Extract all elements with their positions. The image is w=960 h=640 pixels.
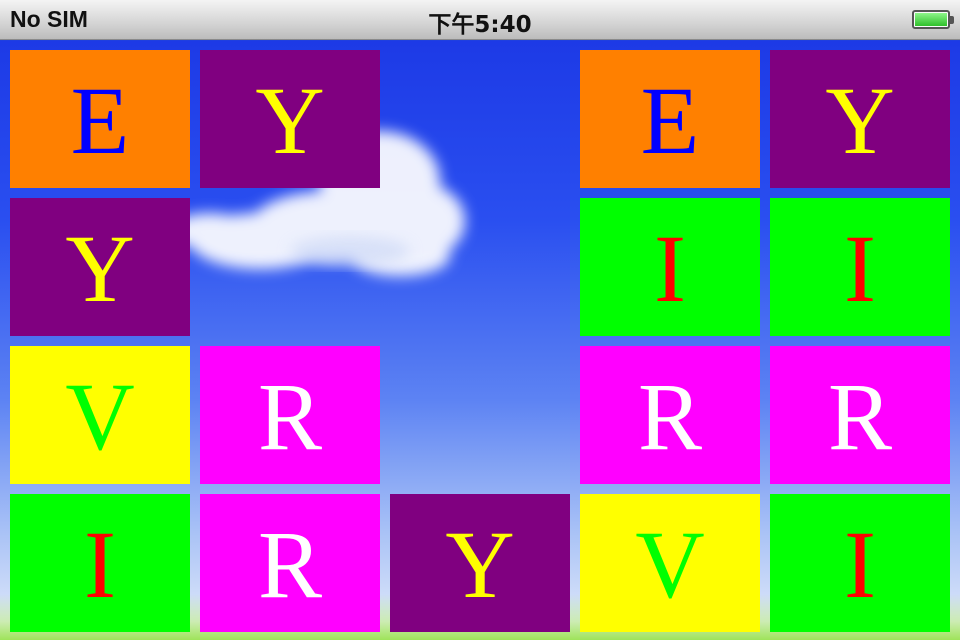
card-letter: V: [635, 511, 705, 618]
status-bar: No SIM 下午5:40: [0, 0, 960, 40]
card-letter: E: [70, 67, 130, 174]
card-letter: Y: [445, 511, 515, 618]
letter-card[interactable]: V: [580, 494, 760, 632]
letter-card[interactable]: R: [200, 346, 380, 484]
letter-card[interactable]: R: [580, 346, 760, 484]
letter-card[interactable]: I: [10, 494, 190, 632]
card-letter: R: [257, 363, 323, 470]
letter-card[interactable]: V: [10, 346, 190, 484]
card-letter: R: [827, 363, 893, 470]
card-letter: I: [844, 215, 876, 322]
letter-card[interactable]: Y: [200, 50, 380, 188]
card-letter: Y: [825, 67, 895, 174]
letter-card[interactable]: Y: [10, 198, 190, 336]
letter-card[interactable]: Y: [390, 494, 570, 632]
battery-full-icon: [912, 10, 954, 29]
card-letter: Y: [65, 215, 135, 322]
letter-card[interactable]: R: [200, 494, 380, 632]
card-letter: V: [65, 363, 135, 470]
card-letter: R: [637, 363, 703, 470]
letter-card[interactable]: E: [580, 50, 760, 188]
card-letter: R: [257, 511, 323, 618]
card-letter: I: [84, 511, 116, 618]
letter-card[interactable]: I: [580, 198, 760, 336]
letter-card[interactable]: R: [770, 346, 950, 484]
letter-card[interactable]: I: [770, 198, 950, 336]
clock-time: 下午5:40: [428, 12, 532, 38]
letter-card[interactable]: I: [770, 494, 950, 632]
card-letter: Y: [255, 67, 325, 174]
letter-card[interactable]: E: [10, 50, 190, 188]
battery-level-fill: [915, 13, 947, 26]
letter-card[interactable]: Y: [770, 50, 950, 188]
card-letter: I: [654, 215, 686, 322]
card-letter: I: [844, 511, 876, 618]
card-letter: E: [640, 67, 700, 174]
